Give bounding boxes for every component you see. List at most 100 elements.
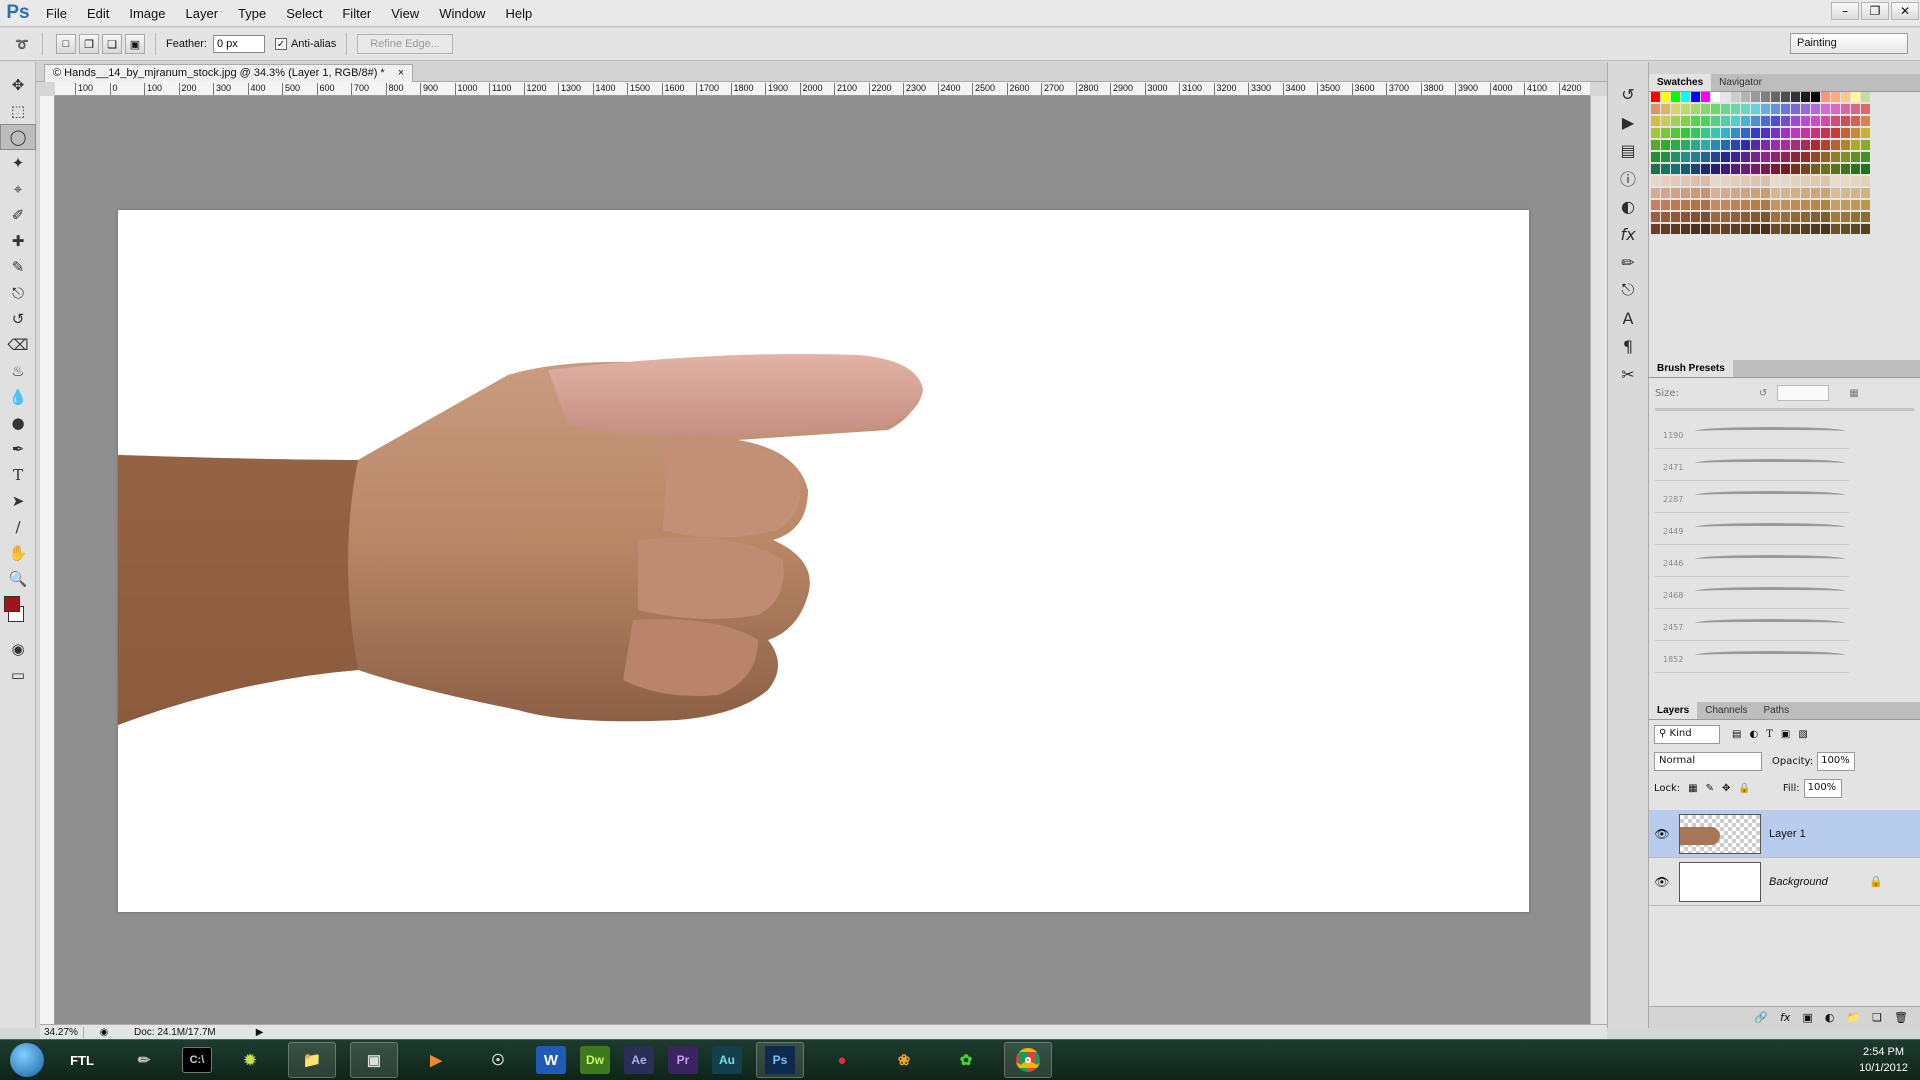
swatch[interactable] [1771,188,1780,198]
swatch[interactable] [1831,176,1840,186]
swatch[interactable] [1681,92,1690,102]
swatch[interactable] [1761,152,1770,162]
new-selection-icon[interactable]: □ [56,34,76,54]
swatch[interactable] [1681,164,1690,174]
swatch[interactable] [1811,128,1820,138]
swatch[interactable] [1861,212,1870,222]
paragraph-icon[interactable]: ¶ [1608,332,1648,360]
swatch[interactable] [1651,224,1660,234]
spiral-app-icon[interactable]: ✹ [226,1042,274,1078]
swatch[interactable] [1661,104,1670,114]
swatch[interactable] [1781,188,1790,198]
swatch[interactable] [1861,152,1870,162]
swatch[interactable] [1671,104,1680,114]
premiere-icon[interactable]: Pr [668,1046,698,1074]
swatch[interactable] [1801,200,1810,210]
swatch[interactable] [1741,152,1750,162]
swatch[interactable] [1731,116,1740,126]
swatch[interactable] [1741,200,1750,210]
brush-preset-row[interactable]: 2446 [1655,545,1849,577]
swatch[interactable] [1731,104,1740,114]
swatch[interactable] [1821,152,1830,162]
swatch[interactable] [1691,224,1700,234]
swatch[interactable] [1721,188,1730,198]
menu-view[interactable]: View [381,6,429,21]
swatch[interactable] [1761,164,1770,174]
reset-icon[interactable]: ↺ [1759,388,1767,399]
dodge-tool-icon[interactable]: ● [0,410,36,436]
menu-help[interactable]: Help [495,6,542,21]
swatch[interactable] [1711,92,1720,102]
swatch[interactable] [1771,104,1780,114]
swatch[interactable] [1811,116,1820,126]
swatch[interactable] [1671,152,1680,162]
new-layer-icon[interactable]: ❏ [1872,1011,1882,1024]
swatch[interactable] [1691,140,1700,150]
styles-icon[interactable]: fx [1608,220,1648,248]
swatch[interactable] [1841,116,1850,126]
swatch[interactable] [1721,116,1730,126]
swatch[interactable] [1701,152,1710,162]
swatch[interactable] [1861,200,1870,210]
swatch[interactable] [1841,200,1850,210]
swatch[interactable] [1791,164,1800,174]
swatch[interactable] [1831,128,1840,138]
swatch[interactable] [1761,224,1770,234]
swatch[interactable] [1731,140,1740,150]
swatch[interactable] [1671,188,1680,198]
tool-presets-icon[interactable]: ✂ [1608,360,1648,388]
screen-mode-icon[interactable]: ▭ [0,662,36,688]
swatch[interactable] [1851,176,1860,186]
swatch[interactable] [1821,164,1830,174]
menu-layer[interactable]: Layer [176,6,229,21]
swatch[interactable] [1841,212,1850,222]
actions-icon[interactable]: ▶ [1608,108,1648,136]
swatch[interactable] [1851,188,1860,198]
swatch[interactable] [1701,128,1710,138]
swatch[interactable] [1731,212,1740,222]
filter-type-icon[interactable]: T [1766,729,1773,740]
swatch[interactable] [1851,104,1860,114]
swatch[interactable] [1791,212,1800,222]
swatch[interactable] [1651,152,1660,162]
properties-icon[interactable]: ▤ [1608,136,1648,164]
swatch[interactable] [1771,176,1780,186]
swatch[interactable] [1811,92,1820,102]
visibility-eye-icon[interactable]: 👁 [1649,827,1675,841]
swatch[interactable] [1711,224,1720,234]
swatch[interactable] [1651,104,1660,114]
line-tool-icon[interactable]: ∕ [0,514,36,540]
swatch[interactable] [1791,116,1800,126]
swatch[interactable] [1661,92,1670,102]
swatch[interactable] [1821,104,1830,114]
swatch[interactable] [1751,152,1760,162]
swatch[interactable] [1791,188,1800,198]
swatch[interactable] [1841,104,1850,114]
swatch[interactable] [1771,116,1780,126]
swatch[interactable] [1751,116,1760,126]
swatch[interactable] [1861,92,1870,102]
subtract-selection-icon[interactable]: ❏ [102,34,122,54]
swatch[interactable] [1841,128,1850,138]
swatch[interactable] [1671,92,1680,102]
fill-input[interactable]: 100% [1803,778,1842,798]
menu-edit[interactable]: Edit [77,6,119,21]
history-brush-icon[interactable]: ↺ [0,306,36,332]
system-clock[interactable]: 2:54 PM 10/1/2012 [1859,1044,1908,1076]
swatch[interactable] [1701,140,1710,150]
swatch[interactable] [1671,164,1680,174]
swatch[interactable] [1741,92,1750,102]
swatch[interactable] [1771,164,1780,174]
swatch[interactable] [1801,116,1810,126]
tab-swatches[interactable]: Swatches [1649,74,1712,91]
history-icon[interactable]: ↺ [1608,80,1648,108]
swatch[interactable] [1681,116,1690,126]
swatch[interactable] [1731,164,1740,174]
red-app-icon[interactable]: ● [818,1042,866,1078]
swatch[interactable] [1811,224,1820,234]
swatch[interactable] [1851,92,1860,102]
swatch[interactable] [1671,116,1680,126]
swatch[interactable] [1681,176,1690,186]
swatch[interactable] [1851,200,1860,210]
new-group-icon[interactable]: 📁 [1846,1011,1860,1024]
